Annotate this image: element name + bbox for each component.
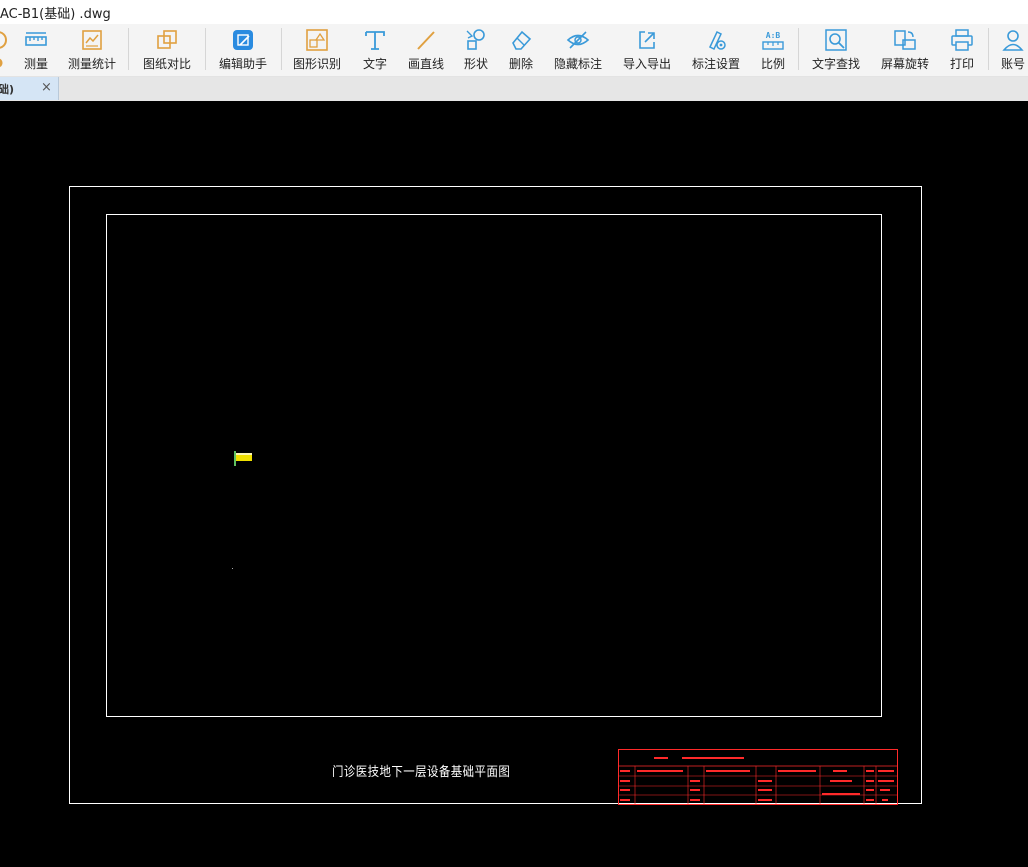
hide-annotation-label: 隐藏标注	[553, 57, 602, 71]
compare-icon	[157, 30, 177, 49]
partial-tool-label: ●	[0, 55, 10, 69]
toolbar-separator	[128, 28, 129, 70]
title-block	[618, 749, 898, 805]
text-icon	[365, 31, 385, 50]
text-search-label: 文字查找	[811, 57, 860, 71]
print-button[interactable]: 打印	[948, 24, 976, 76]
close-icon[interactable]: ×	[41, 80, 52, 95]
rotate-screen-button[interactable]: 屏幕旋转	[879, 24, 931, 76]
drawing-marker[interactable]	[234, 451, 252, 466]
shape-recognize-icon	[306, 29, 328, 51]
delete-button[interactable]: 删除	[507, 24, 535, 76]
toolbar-separator	[798, 28, 799, 70]
text-search-icon	[825, 29, 847, 51]
measure-stats-label: 测量统计	[67, 57, 116, 71]
shape-button[interactable]: 形状	[462, 24, 490, 76]
document-tab-label: 础)	[0, 83, 15, 96]
print-label: 打印	[949, 57, 974, 71]
scale-label: 比例	[760, 57, 785, 71]
toolbar-separator	[988, 28, 989, 70]
drawing-inner-frame	[106, 214, 882, 717]
edit-assistant-button[interactable]: 编辑助手	[217, 24, 269, 76]
toolbar-separator	[281, 28, 282, 70]
measure-stats-button[interactable]: 测量统计	[66, 24, 118, 76]
shape-label: 形状	[463, 57, 488, 71]
measure-stats-icon	[82, 30, 102, 50]
document-tabbar: 础) ×	[0, 77, 1028, 101]
scale-icon: A:B	[762, 31, 784, 50]
window-titlebar: AC-B1(基础) .dwg	[0, 0, 1028, 24]
account-button[interactable]: 账号	[998, 24, 1028, 76]
compare-button[interactable]: 图纸对比	[141, 24, 193, 76]
annotation-settings-label: 标注设置	[691, 57, 740, 71]
import-export-label: 导入导出	[622, 57, 671, 71]
hide-annotation-button[interactable]: 隐藏标注	[552, 24, 604, 76]
scale-button[interactable]: A:B 比例	[759, 24, 787, 76]
rotate-screen-icon	[894, 30, 916, 50]
drawing-dot	[232, 568, 233, 569]
text-label: 文字	[362, 57, 387, 71]
import-export-icon	[639, 31, 655, 49]
text-search-button[interactable]: 文字查找	[810, 24, 862, 76]
ruler-icon	[25, 32, 47, 46]
partial-tool-icon	[0, 31, 7, 49]
measure-button[interactable]: 测量	[20, 24, 52, 76]
main-toolbar: ● 测量 测量统计 图纸对比	[0, 24, 1028, 77]
shape-recognize-label: 图形识别	[292, 57, 341, 71]
printer-icon	[951, 29, 973, 51]
delete-label: 删除	[508, 57, 533, 71]
shape-icon	[466, 29, 485, 50]
shape-recognize-button[interactable]: 图形识别	[291, 24, 343, 76]
text-button[interactable]: 文字	[361, 24, 389, 76]
compare-label: 图纸对比	[142, 57, 191, 71]
drawing-canvas[interactable]: 门诊医技地下一层设备基础平面图	[0, 101, 1028, 867]
document-tab[interactable]: 础) ×	[0, 77, 59, 100]
line-label: 画直线	[407, 57, 444, 71]
toolbar-separator	[205, 28, 206, 70]
line-button[interactable]: 画直线	[405, 24, 447, 76]
user-icon	[1002, 30, 1024, 51]
edit-assistant-icon	[233, 30, 253, 50]
window-title: AC-B1(基础) .dwg	[0, 7, 111, 22]
rotate-screen-label: 屏幕旋转	[880, 57, 929, 71]
annotation-settings-button[interactable]: 标注设置	[690, 24, 742, 76]
line-icon	[417, 31, 435, 50]
edit-assistant-label: 编辑助手	[218, 57, 267, 71]
account-label: 账号	[1000, 57, 1025, 71]
partial-tool-button[interactable]: ●	[0, 24, 10, 76]
measure-label: 测量	[23, 57, 48, 71]
svg-text:A:B: A:B	[766, 31, 781, 40]
annotation-settings-icon	[709, 30, 726, 51]
import-export-button[interactable]: 导入导出	[621, 24, 673, 76]
eraser-icon	[512, 30, 532, 50]
eye-hide-icon	[566, 31, 590, 49]
drawing-title: 门诊医技地下一层设备基础平面图	[332, 765, 511, 780]
